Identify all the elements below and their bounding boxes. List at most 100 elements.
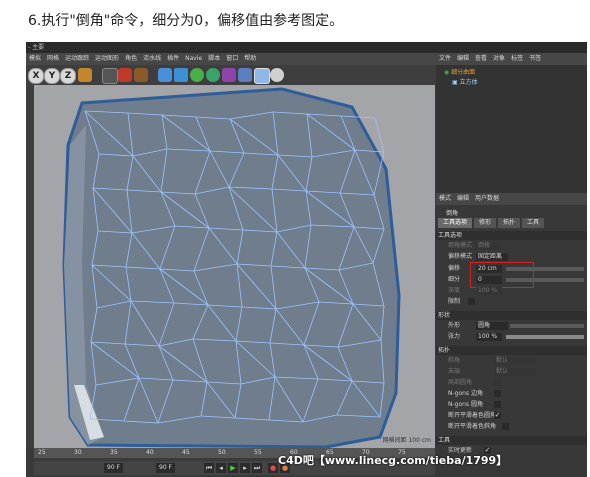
bevel-mode-row: 倒角模式 倒棱 bbox=[440, 241, 587, 251]
pen-spline-icon[interactable] bbox=[174, 68, 188, 82]
partial-rounding-checkbox[interactable] bbox=[494, 379, 501, 386]
tab-shaping[interactable]: 修形 bbox=[474, 218, 497, 228]
shape-select[interactable]: 圆角 bbox=[476, 322, 508, 330]
phong-break-checkbox[interactable]: ✓ bbox=[494, 412, 501, 419]
end-select[interactable]: 默认 bbox=[494, 368, 536, 376]
tension-row: 张力 100 % bbox=[440, 332, 587, 342]
om-menu-edit[interactable]: 编辑 bbox=[454, 53, 472, 65]
menu-item-1[interactable]: 网格 bbox=[44, 53, 62, 65]
next-frame-icon[interactable]: ▸ bbox=[240, 463, 250, 473]
miter-select[interactable]: 默认 bbox=[494, 357, 536, 365]
am-menu-edit[interactable]: 编辑 bbox=[454, 193, 472, 205]
phong-mitering-label: 断开平滑着色斜角 bbox=[448, 423, 497, 430]
go-to-start-icon[interactable]: ⏮ bbox=[204, 463, 214, 473]
depth-row: 深度 100 % bbox=[440, 286, 587, 296]
tab-tool[interactable]: 工具 bbox=[522, 218, 545, 228]
limit-label: 限制 bbox=[448, 298, 461, 305]
attribute-manager-menu: 模式 编辑 用户数据 bbox=[436, 193, 587, 205]
current-frame-field[interactable]: 90 F bbox=[104, 463, 123, 473]
offset-mode-row: 偏移模式 固定距离 bbox=[440, 252, 587, 262]
subdivision-icon[interactable] bbox=[190, 68, 204, 82]
am-menu-mode[interactable]: 模式 bbox=[436, 193, 454, 205]
scene-icon[interactable] bbox=[238, 68, 252, 82]
cube-icon[interactable] bbox=[158, 68, 172, 82]
end-frame-field[interactable]: 90 F bbox=[156, 463, 175, 473]
menu-item-8[interactable]: 脚本 bbox=[205, 53, 223, 65]
phong-mitering-checkbox[interactable] bbox=[502, 423, 509, 430]
limit-checkbox[interactable] bbox=[468, 298, 475, 305]
menu-item-5[interactable]: 流水线 bbox=[140, 53, 164, 65]
previous-frame-icon[interactable]: ◂ bbox=[216, 463, 226, 473]
menu-item-6[interactable]: 插件 bbox=[164, 53, 182, 65]
menu-item-0[interactable]: 模拟 bbox=[26, 53, 44, 65]
light-bulb-icon[interactable] bbox=[270, 68, 284, 82]
am-menu-userdata[interactable]: 用户数据 bbox=[472, 193, 502, 205]
tab-tool-options[interactable]: 工具选项 bbox=[438, 218, 473, 228]
om-menu-file[interactable]: 文件 bbox=[436, 53, 454, 65]
tab-topology[interactable]: 拓扑 bbox=[498, 218, 521, 228]
miter-label: 斜角 bbox=[448, 357, 461, 364]
wire-edge bbox=[374, 117, 385, 153]
section-topology: 拓扑 bbox=[436, 346, 587, 355]
y-axis-button[interactable]: Y bbox=[44, 68, 60, 84]
menu-item-7[interactable]: Navie bbox=[182, 53, 205, 65]
ruler-tick: 40 bbox=[146, 449, 154, 456]
ngon-side-checkbox[interactable] bbox=[494, 390, 501, 397]
render-view-icon[interactable] bbox=[102, 68, 118, 84]
om-menu-view[interactable]: 查看 bbox=[472, 53, 490, 65]
bevel-mode-label: 倒角模式 bbox=[448, 242, 473, 249]
grid-spacing-label: 网格间距 100 cm bbox=[382, 437, 431, 444]
coordinate-system-icon[interactable] bbox=[78, 68, 92, 82]
ngon-round-label: N-gons 圆角 bbox=[448, 401, 483, 408]
watermark: C4D吧【www.linecg.com/tieba/1799】 bbox=[278, 454, 508, 467]
ruler-tick: 35 bbox=[110, 449, 118, 456]
section-tool-options: 工具选项 bbox=[436, 231, 587, 240]
partial-rounding-row: 局部圆角 bbox=[440, 378, 587, 388]
menu-item-4[interactable]: 角色 bbox=[122, 53, 140, 65]
cube-icon: ▣ bbox=[452, 79, 460, 86]
menu-item-10[interactable]: 帮助 bbox=[241, 53, 259, 65]
ruler-tick: 50 bbox=[218, 449, 226, 456]
cinema4d-window: - 主要 模拟 网格 运动跟踪 运动图形 角色 流水线 插件 Navie 脚本 … bbox=[26, 42, 587, 477]
attribute-tabs: 工具选项 修形 拓扑 工具 bbox=[438, 218, 545, 228]
menu-item-9[interactable]: 窗口 bbox=[223, 53, 241, 65]
render-settings-icon[interactable] bbox=[134, 68, 148, 82]
object-row-cube[interactable]: ▣ 立方体 bbox=[452, 78, 478, 87]
tension-slider[interactable] bbox=[506, 335, 584, 339]
render-picture-icon[interactable] bbox=[118, 68, 132, 82]
shape-bar bbox=[510, 324, 584, 328]
ngon-side-label: N-gons 边角 bbox=[448, 390, 483, 397]
menu-item-3[interactable]: 运动图形 bbox=[92, 53, 122, 65]
ngon-side-row: N-gons 边角 bbox=[440, 389, 587, 399]
ruler-tick: 45 bbox=[182, 449, 190, 456]
depth-field[interactable]: 100 % bbox=[476, 287, 502, 295]
offset-mode-select[interactable]: 固定距离 bbox=[476, 253, 508, 261]
om-menu-bookmarks[interactable]: 书签 bbox=[526, 53, 544, 65]
perspective-viewport[interactable]: 网格间距 100 cm bbox=[34, 85, 435, 448]
deformer-icon[interactable] bbox=[222, 68, 236, 82]
phong-break-label: 断开平滑着色圆角 bbox=[448, 412, 497, 419]
om-menu-objects[interactable]: 对象 bbox=[490, 53, 508, 65]
menu-item-2[interactable]: 运动跟踪 bbox=[62, 53, 92, 65]
section-tool: 工具 bbox=[436, 436, 587, 445]
bevel-mode-select[interactable]: 倒棱 bbox=[476, 242, 502, 250]
object-row-subdivision[interactable]: ◉ 细分曲面 bbox=[444, 68, 475, 77]
play-icon[interactable]: ▶ bbox=[228, 463, 238, 473]
floor-grid-icon[interactable] bbox=[254, 68, 270, 84]
om-menu-tags[interactable]: 标签 bbox=[508, 53, 526, 65]
right-panel: 文件 编辑 查看 对象 标签 书签 ◉ 细分曲面 ▣ 立方体 模式 编辑 用户数… bbox=[436, 53, 587, 477]
record-icon[interactable]: ● bbox=[268, 463, 278, 473]
go-to-end-icon[interactable]: ⏭ bbox=[252, 463, 262, 473]
ruler-tick: 55 bbox=[254, 449, 262, 456]
depth-label: 深度 bbox=[448, 287, 461, 294]
tension-field[interactable]: 100 % bbox=[476, 333, 502, 341]
ngon-round-checkbox[interactable] bbox=[494, 401, 501, 408]
object-manager-list: ◉ 细分曲面 ▣ 立方体 bbox=[436, 65, 587, 193]
z-axis-button[interactable]: Z bbox=[60, 68, 76, 84]
ruler-tick: 25 bbox=[38, 449, 46, 456]
array-icon[interactable] bbox=[206, 68, 220, 82]
x-axis-button[interactable]: X bbox=[28, 68, 44, 84]
end-row: 末端 默认 bbox=[440, 367, 587, 377]
offset-label: 偏移 bbox=[448, 265, 461, 272]
phong-break-row: 断开平滑着色圆角 ✓ bbox=[440, 411, 587, 421]
